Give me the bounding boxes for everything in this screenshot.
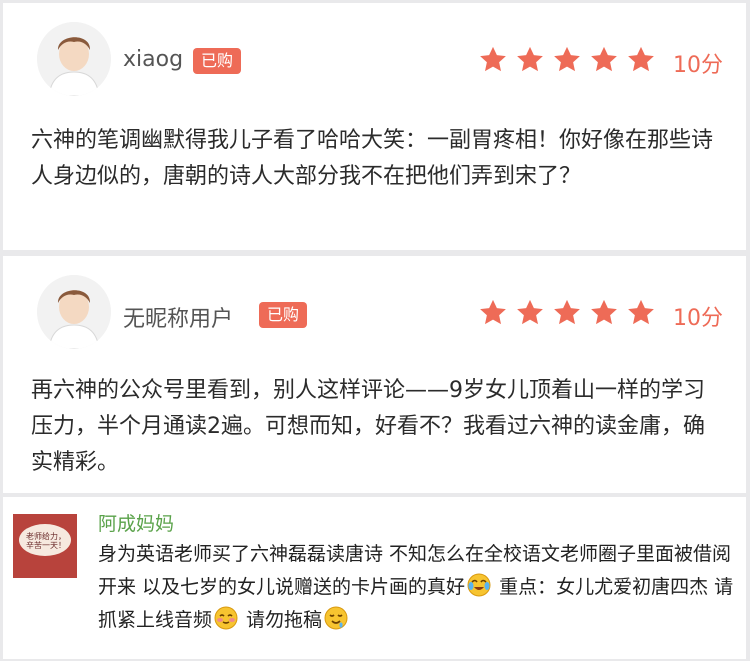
star-icon [628,46,654,72]
avatar[interactable] [37,275,111,349]
star-icon [628,299,654,325]
review-card: xiaog 已购 10分 六神的笔调幽默得我儿子看了哈哈大笑：一副胃疼相！你好像… [3,3,746,250]
star-rating [478,298,656,328]
comment-text-part: 请勿拖稿 [240,609,323,631]
star-icon [480,46,506,72]
star-icon [517,299,543,325]
blushing-emoji-icon [214,606,238,630]
drooling-emoji-icon [324,606,348,630]
avatar[interactable] [37,22,111,96]
comment-text: 身为英语老师买了六神磊磊读唐诗 不知怎么在全校语文老师圈子里面被借阅开来 以及七… [98,538,738,637]
star-icon [554,46,580,72]
purchased-badge: 已购 [259,302,308,328]
username[interactable]: 无昵称用户 [123,301,233,333]
crying-laughing-emoji-icon [467,573,491,597]
user-avatar-icon [37,275,111,349]
rating-score: 10分 [673,306,723,331]
purchased-badge: 已购 [193,48,242,74]
commenter-name[interactable]: 阿成妈妈 [98,509,174,536]
rating-score: 10分 [673,53,723,78]
star-icon [517,46,543,72]
commenter-avatar[interactable]: 老师给力，辛苦一天！ [13,514,77,578]
review-card: 无昵称用户 已购 10分 再六神的公众号里看到，别人这样评论——9岁女儿顶着山一… [3,256,746,493]
star-icon [554,299,580,325]
user-avatar-icon [37,22,111,96]
review-text: 再六神的公众号里看到，别人这样评论——9岁女儿顶着山一样的学习压力，半个月通读2… [31,378,705,475]
wechat-comment: 老师给力，辛苦一天！ 阿成妈妈 身为英语老师买了六神磊磊读唐诗 不知怎么在全校语… [3,497,746,659]
star-rating [478,45,656,75]
star-icon [480,299,506,325]
username[interactable]: xiaog [123,47,183,72]
star-icon [591,299,617,325]
review-text: 六神的笔调幽默得我儿子看了哈哈大笑：一副胃疼相！你好像在那些诗人身边似的，唐朝的… [31,128,714,189]
star-icon [591,46,617,72]
avatar-text: 老师给力，辛苦一天！ [26,532,66,550]
